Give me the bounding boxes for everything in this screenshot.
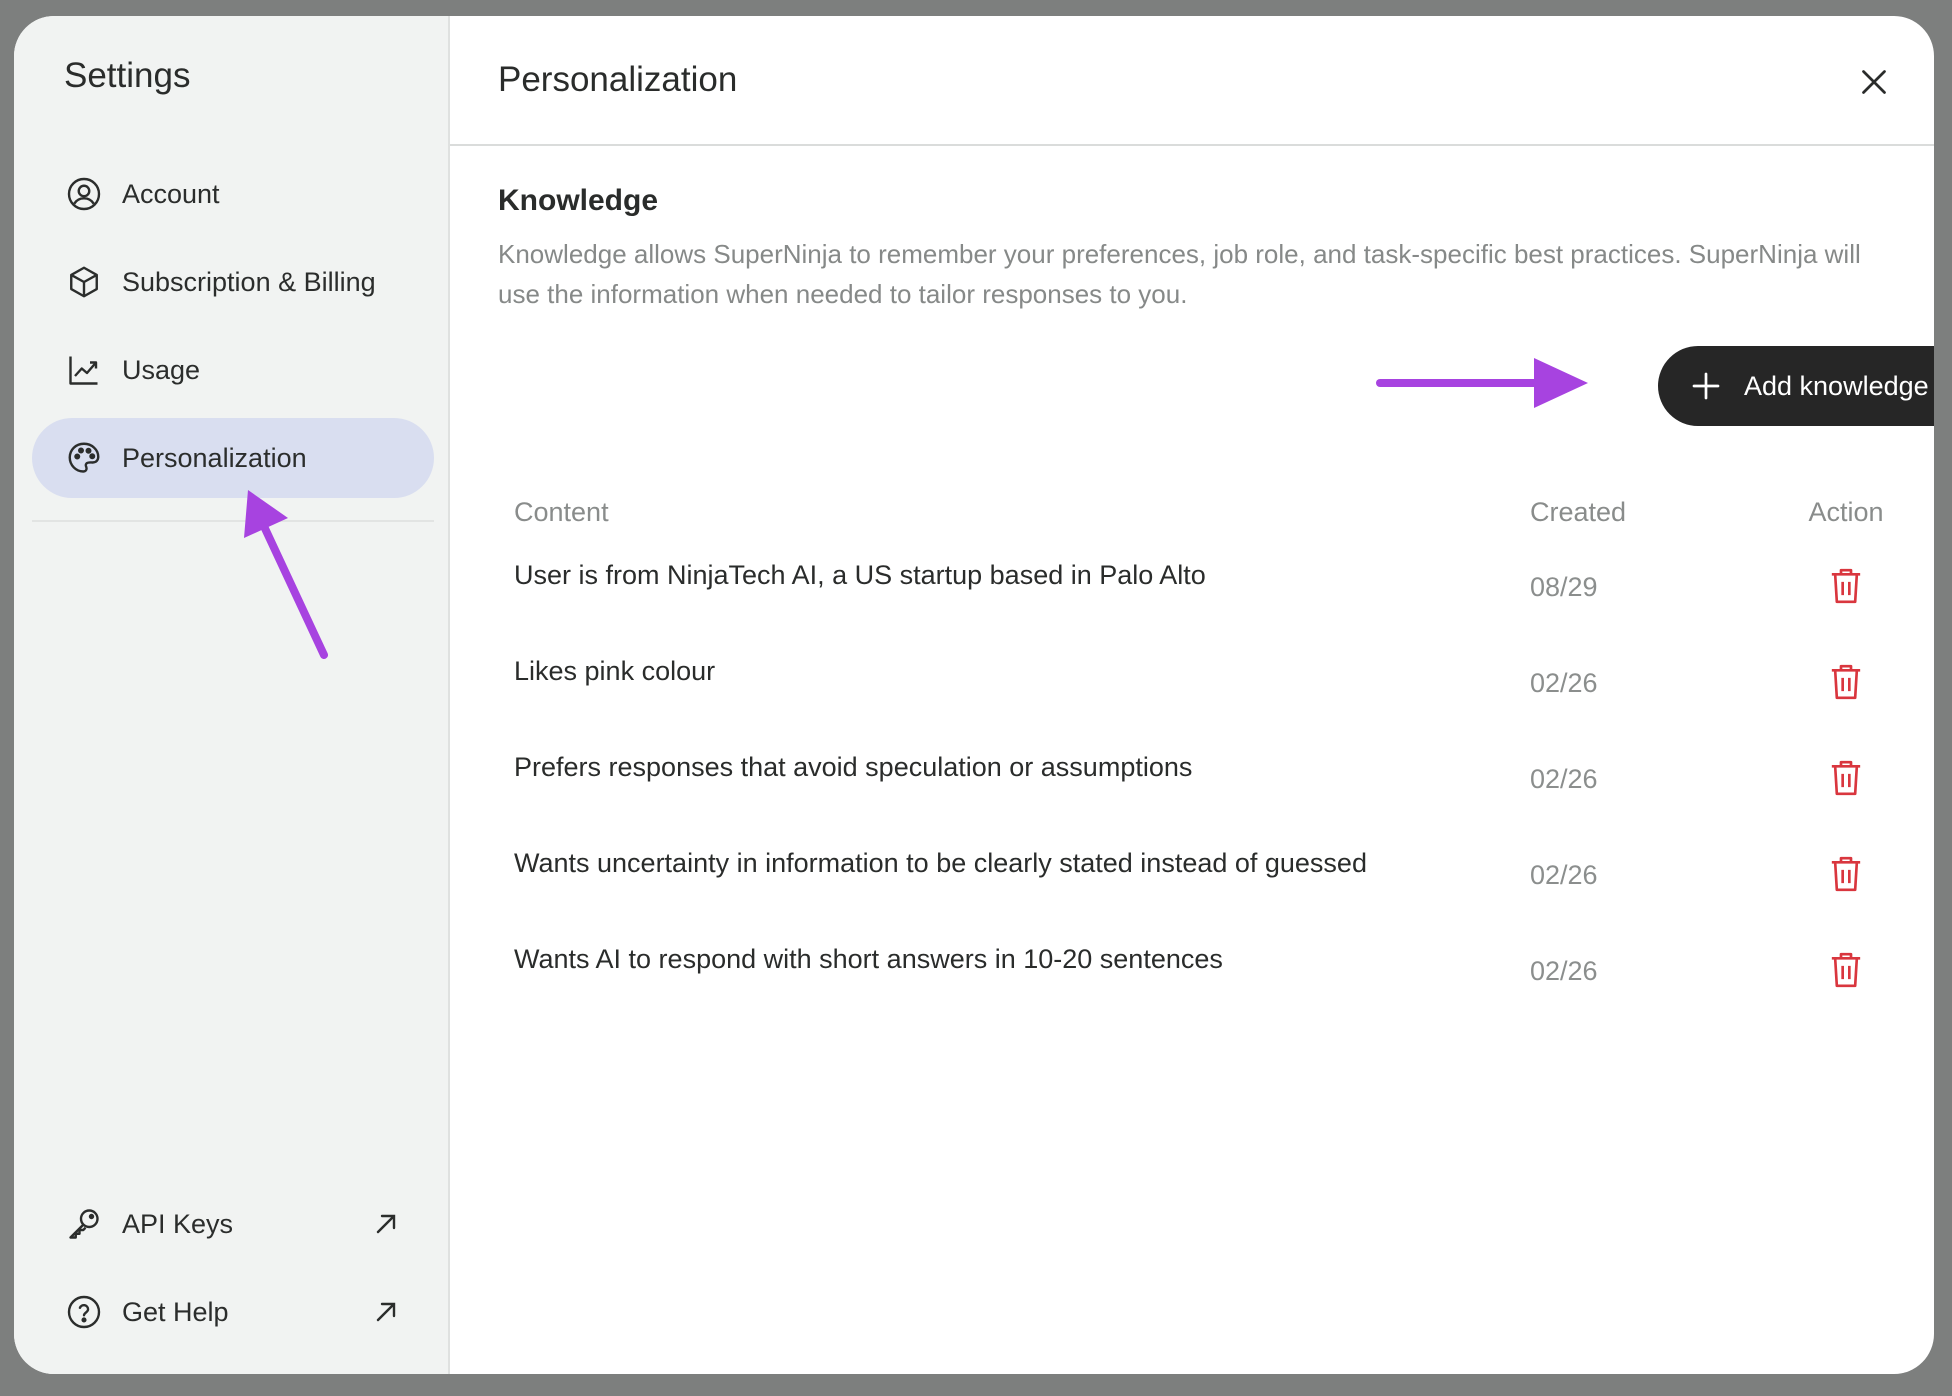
trash-icon[interactable]	[1829, 950, 1863, 990]
sidebar-item-api-keys[interactable]: API Keys	[32, 1184, 434, 1264]
table-row: Likes pink colour 02/26	[514, 646, 1934, 742]
sidebar-item-label: Personalization	[122, 442, 307, 473]
section-description: Knowledge allows SuperNinja to remember …	[498, 239, 1861, 309]
header-created: Created	[1530, 496, 1627, 527]
sidebar-item-account[interactable]: Account	[32, 154, 434, 234]
header-action: Action	[1808, 496, 1884, 527]
sidebar-bottom-nav: API Keys Get Help	[32, 1176, 434, 1352]
trash-icon[interactable]	[1829, 758, 1863, 798]
external-arrow-icon	[376, 1302, 396, 1322]
row-action	[1758, 550, 1934, 606]
sidebar-item-get-help[interactable]: Get Help	[32, 1272, 434, 1352]
trash-icon[interactable]	[1829, 566, 1863, 606]
main-panel: Personalization Knowledge Knowledge allo…	[450, 16, 1934, 1374]
table-row: Prefers responses that avoid speculation…	[514, 742, 1934, 838]
page-title: Personalization	[498, 60, 738, 99]
sidebar: Settings Account Subscription & Billing …	[14, 16, 450, 1374]
section-title: Knowledge	[498, 184, 659, 217]
plus-icon	[1692, 372, 1720, 400]
row-action	[1758, 742, 1934, 798]
table-row: User is from NinjaTech AI, a US startup …	[514, 550, 1934, 646]
account-circle-icon	[66, 176, 102, 212]
external-arrow-icon	[376, 1214, 396, 1234]
row-content: Wants uncertainty in information to be c…	[514, 848, 1367, 878]
trash-icon[interactable]	[1829, 854, 1863, 894]
table-row: Wants AI to respond with short answers i…	[514, 934, 1934, 1030]
row-action	[1758, 934, 1934, 990]
row-content: User is from NinjaTech AI, a US startup …	[514, 560, 1206, 590]
row-action	[1758, 646, 1934, 702]
sidebar-nav: Account Subscription & Billing Usage Per…	[32, 154, 434, 506]
row-created: 02/26	[1530, 668, 1598, 698]
sidebar-item-usage[interactable]: Usage	[32, 330, 434, 410]
table-row: Wants uncertainty in information to be c…	[514, 838, 1934, 934]
row-content: Wants AI to respond with short answers i…	[514, 944, 1223, 974]
row-created: 02/26	[1530, 860, 1598, 890]
sidebar-item-label: Get Help	[122, 1296, 229, 1327]
cube-icon	[66, 264, 102, 300]
sidebar-item-label: API Keys	[122, 1208, 234, 1239]
header-content: Content	[514, 496, 609, 527]
row-action	[1758, 838, 1934, 894]
sidebar-title: Settings	[64, 56, 191, 95]
row-content: Prefers responses that avoid speculation…	[514, 752, 1193, 782]
knowledge-section: Knowledge Knowledge allows SuperNinja to…	[498, 184, 1886, 314]
settings-modal: Settings Account Subscription & Billing …	[14, 16, 1934, 1374]
sidebar-item-label: Usage	[122, 354, 201, 385]
sidebar-item-personalization[interactable]: Personalization	[32, 418, 434, 498]
add-knowledge-button[interactable]: Add knowledge	[1658, 346, 1934, 426]
row-created: 02/26	[1530, 764, 1598, 794]
sidebar-divider	[32, 520, 434, 522]
table-header: Content Created Action	[514, 474, 1934, 550]
row-created: 08/29	[1530, 572, 1598, 602]
palette-icon	[66, 440, 102, 476]
add-knowledge-label: Add knowledge	[1744, 370, 1929, 401]
close-icon[interactable]	[1856, 64, 1892, 100]
chart-line-icon	[66, 352, 102, 388]
key-icon	[66, 1206, 102, 1242]
sidebar-item-subscription-billing[interactable]: Subscription & Billing	[32, 242, 434, 322]
sidebar-item-label: Subscription & Billing	[122, 266, 376, 297]
main-header: Personalization	[450, 16, 1934, 146]
trash-icon[interactable]	[1829, 662, 1863, 702]
row-content: Likes pink colour	[514, 656, 716, 686]
question-circle-icon	[66, 1294, 102, 1330]
sidebar-item-label: Account	[122, 178, 220, 209]
row-created: 02/26	[1530, 956, 1598, 986]
knowledge-table: Content Created Action User is from Ninj…	[514, 474, 1934, 1030]
